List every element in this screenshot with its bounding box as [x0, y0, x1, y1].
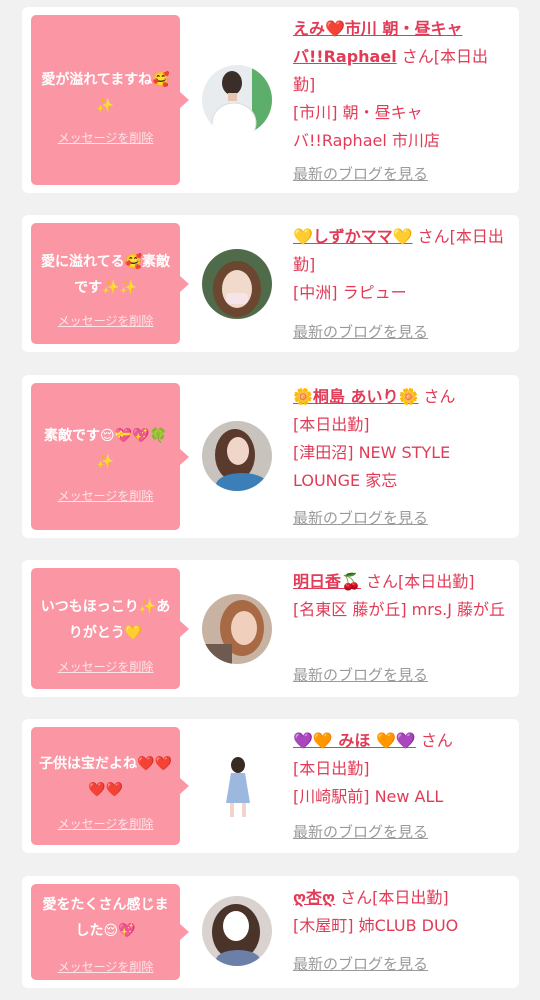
message-card: 愛をたくさん感じました😌💖 メッセージを削除 ღ杏ღ さん[本日出勤] [木屋町… [22, 876, 519, 988]
message-bubble: 素敵です😌💝💖🍀✨ メッセージを削除 [31, 383, 189, 530]
message-bubble: 愛が溢れてますね🥰✨ メッセージを削除 [31, 15, 189, 185]
san-suffix: さん [415, 731, 453, 750]
delete-message-link[interactable]: メッセージを削除 [31, 487, 180, 504]
cast-info: 💜🧡 みほ 🧡💜 さん [本日出勤] [川崎駅前] New ALL [293, 727, 509, 811]
message-text: 子供は宝だよね❤️❤️❤️❤️ [39, 756, 172, 798]
status-badge: [本日出勤] [372, 888, 449, 907]
latest-blog-link[interactable]: 最新のブログを見る [293, 821, 428, 842]
delete-message-link[interactable]: メッセージを削除 [31, 658, 180, 675]
san-suffix: さん [396, 47, 434, 66]
message-card: いつもほっこり✨ありがとう💛 メッセージを削除 明日香🍒 さん[本日出勤] [名… [22, 560, 519, 697]
cast-name-link[interactable]: 💜🧡 みほ 🧡💜 [293, 731, 416, 750]
message-bubble: 愛をたくさん感じました😌💖 メッセージを削除 [31, 884, 189, 980]
status-badge: [本日出勤] [398, 572, 475, 591]
message-bubble: いつもほっこり✨ありがとう💛 メッセージを削除 [31, 568, 189, 689]
cast-info: えみ❤️市川 朝・昼キャバ!!Raphael さん[本日出勤] [市川] 朝・昼… [293, 15, 509, 155]
shop-info: [川崎駅前] New ALL [293, 787, 444, 806]
delete-message-link[interactable]: メッセージを削除 [31, 815, 180, 832]
message-card: 素敵です😌💝💖🍀✨ メッセージを削除 🌼桐島 あいり🌼 さん [本日出勤] [津… [22, 375, 519, 538]
message-bubble: 愛に溢れてる🥰素敵です✨✨ メッセージを削除 [31, 223, 189, 344]
avatar[interactable] [202, 594, 272, 664]
cast-name-link[interactable]: 明日香🍒 [293, 572, 361, 591]
shop-info: [市川] 朝・昼キャバ!!Raphael 市川店 [293, 103, 440, 150]
cast-info: 🌼桐島 あいり🌼 さん [本日出勤] [津田沼] NEW STYLE LOUNG… [293, 383, 509, 495]
delete-message-link[interactable]: メッセージを削除 [31, 312, 180, 329]
message-card: 子供は宝だよね❤️❤️❤️❤️ メッセージを削除 💜🧡 みほ 🧡💜 さん [本日… [22, 719, 519, 853]
delete-message-link[interactable]: メッセージを削除 [31, 958, 180, 975]
san-suffix: さん [335, 888, 373, 907]
message-text: 愛に溢れてる🥰素敵です✨✨ [40, 254, 170, 296]
cast-info: 💛しずかママ💛 さん[本日出勤] [中洲] ラピュー [293, 223, 509, 307]
cast-info: 明日香🍒 さん[本日出勤] [名東区 藤が丘] mrs.J 藤が丘 [293, 568, 509, 624]
avatar[interactable] [202, 249, 272, 319]
message-bubble: 子供は宝だよね❤️❤️❤️❤️ メッセージを削除 [31, 727, 189, 845]
message-text: 愛が溢れてますね🥰✨ [41, 72, 170, 114]
avatar[interactable] [202, 65, 272, 135]
san-suffix: さん [418, 387, 456, 406]
message-card: 愛が溢れてますね🥰✨ メッセージを削除 えみ❤️市川 朝・昼キャバ!!Rapha… [22, 7, 519, 193]
status-badge: [本日出勤] [293, 415, 370, 434]
shop-info: [津田沼] NEW STYLE LOUNGE 家忘 [293, 443, 451, 490]
shop-info: [名東区 藤が丘] mrs.J 藤が丘 [293, 600, 506, 619]
latest-blog-link[interactable]: 最新のブログを見る [293, 664, 428, 685]
latest-blog-link[interactable]: 最新のブログを見る [293, 953, 428, 974]
cast-name-link[interactable]: 💛しずかママ💛 [293, 227, 413, 246]
latest-blog-link[interactable]: 最新のブログを見る [293, 163, 428, 184]
latest-blog-link[interactable]: 最新のブログを見る [293, 507, 428, 528]
cast-info: ღ杏ღ さん[本日出勤] [木屋町] 姉CLUB DUO [293, 884, 509, 940]
avatar[interactable] [202, 896, 272, 966]
shop-info: [木屋町] 姉CLUB DUO [293, 916, 459, 935]
shop-info: [中洲] ラピュー [293, 283, 407, 302]
san-suffix: さん [412, 227, 450, 246]
message-text: 愛をたくさん感じました😌💖 [42, 897, 169, 939]
status-badge: [本日出勤] [293, 759, 370, 778]
avatar[interactable] [202, 751, 272, 821]
message-text: 素敵です😌💝💖🍀✨ [44, 428, 167, 470]
avatar[interactable] [202, 421, 272, 491]
message-text: いつもほっこり✨ありがとう💛 [40, 599, 171, 641]
message-card: 愛に溢れてる🥰素敵です✨✨ メッセージを削除 💛しずかママ💛 さん[本日出勤] … [22, 215, 519, 352]
delete-message-link[interactable]: メッセージを削除 [31, 129, 180, 146]
cast-name-link[interactable]: ღ杏ღ [293, 888, 335, 907]
latest-blog-link[interactable]: 最新のブログを見る [293, 321, 428, 342]
san-suffix: さん [360, 572, 399, 591]
cast-name-link[interactable]: 🌼桐島 あいり🌼 [293, 387, 418, 406]
